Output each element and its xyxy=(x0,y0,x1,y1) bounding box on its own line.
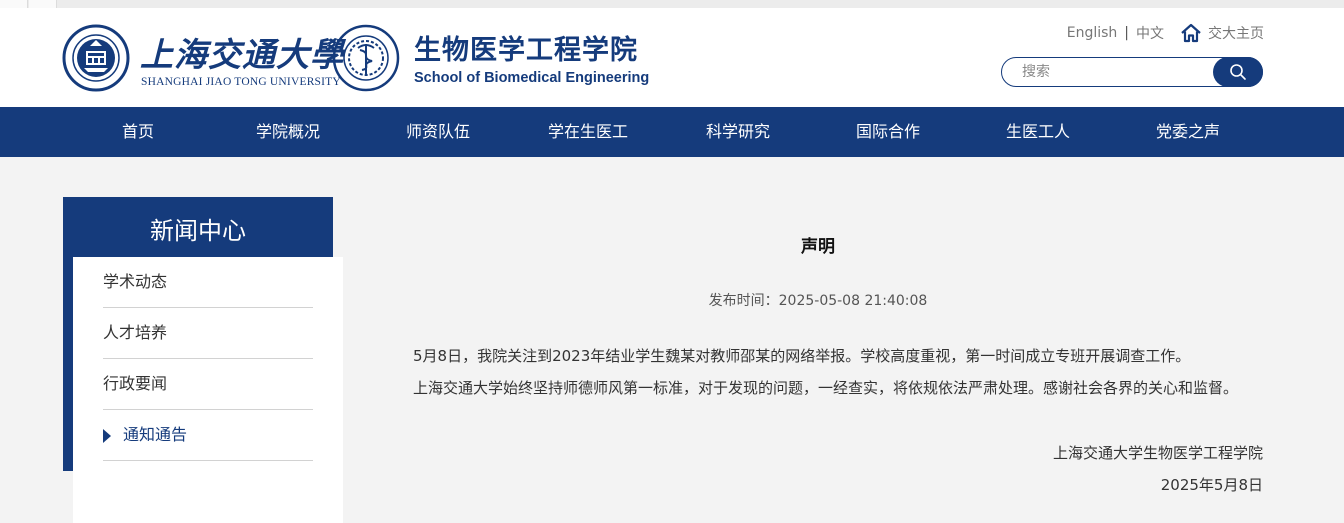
sjtu-logo[interactable]: 上海交通大學 SHANGHAI JIAO TONG UNIVERSITY xyxy=(62,24,343,94)
sidebar-menu: 学术动态 人才培养 行政要闻 通知通告 xyxy=(73,257,343,523)
sidebar-item-admin-news[interactable]: 行政要闻 xyxy=(103,359,313,410)
browser-tab xyxy=(29,0,57,8)
article-body: 5月8日，我院关注到2023年结业学生魏某对教师邵某的网络举报。学校高度重视，第… xyxy=(373,340,1263,404)
search-input[interactable] xyxy=(1022,63,1202,81)
search-button[interactable] xyxy=(1213,57,1263,87)
article-title: 声明 xyxy=(801,237,835,257)
nav-item-faculty[interactable]: 师资队伍 xyxy=(388,107,488,157)
bme-logo[interactable]: 生物医学工程学院 School of Biomedical Engineerin… xyxy=(332,24,662,94)
sjtu-seal-icon xyxy=(62,24,130,92)
top-links: English | 中文 交大主页 xyxy=(1067,22,1264,44)
sidebar-item-talent[interactable]: 人才培养 xyxy=(103,308,313,359)
article-signature: 上海交通大学生物医学工程学院 xyxy=(1052,444,1263,462)
nav-item-home[interactable]: 首页 xyxy=(88,107,188,157)
search-box xyxy=(1001,57,1263,87)
school-name-en: School of Biomedical Engineering xyxy=(414,70,650,86)
university-name-cn: 上海交通大學 xyxy=(140,35,344,74)
school-name-cn: 生物医学工程学院 xyxy=(414,35,638,66)
article-signature-block: 上海交通大学生物医学工程学院 2025年5月8日 xyxy=(1053,437,1263,501)
university-name-en: SHANGHAI JIAO TONG UNIVERSITY xyxy=(141,76,341,88)
browser-tab xyxy=(0,0,28,8)
nav-item-international[interactable]: 国际合作 xyxy=(838,107,938,157)
article-paragraph: 上海交通大学始终坚持师德师风第一标准，对于发现的问题，一经查实，将依规依法严肃处… xyxy=(413,379,1239,397)
sjtu-home-link[interactable]: 交大主页 xyxy=(1208,23,1264,43)
nav-item-people[interactable]: 生医工人 xyxy=(988,107,1088,157)
nav-item-party[interactable]: 党委之声 xyxy=(1138,107,1238,157)
home-icon[interactable] xyxy=(1180,22,1202,44)
publish-time: 发布时间：2025-05-08 21:40:08 xyxy=(708,293,928,309)
article-paragraph: 5月8日，我院关注到2023年结业学生魏某对教师邵某的网络举报。学校高度重视，第… xyxy=(413,347,1191,365)
triangle-right-icon xyxy=(103,429,111,443)
sidebar-title: 新闻中心 xyxy=(150,217,246,245)
site-header: 上海交通大學 SHANGHAI JIAO TONG UNIVERSITY 生物医… xyxy=(0,8,1344,107)
chinese-link[interactable]: 中文 xyxy=(1136,23,1164,43)
sidebar-item-label: 通知通告 xyxy=(123,425,188,444)
english-link[interactable]: English xyxy=(1067,25,1118,41)
sidebar-item-notices[interactable]: 通知通告 xyxy=(103,410,313,461)
sidebar-item-label: 行政要闻 xyxy=(103,374,168,393)
top-strip xyxy=(0,0,1344,8)
article-date: 2025年5月8日 xyxy=(1160,476,1263,494)
sidebar-item-academic[interactable]: 学术动态 xyxy=(103,257,313,308)
nav-item-research[interactable]: 科学研究 xyxy=(688,107,788,157)
main-nav: 首页 学院概况 师资队伍 学在生医工 科学研究 国际合作 生医工人 党委之声 xyxy=(0,107,1344,157)
bme-seal-icon xyxy=(332,24,400,92)
nav-item-about[interactable]: 学院概况 xyxy=(238,107,338,157)
link-separator: | xyxy=(1124,25,1129,41)
nav-item-education[interactable]: 学在生医工 xyxy=(528,107,648,157)
search-icon xyxy=(1230,64,1246,80)
sidebar-item-label: 人才培养 xyxy=(103,323,168,342)
sidebar-item-label: 学术动态 xyxy=(103,272,168,291)
